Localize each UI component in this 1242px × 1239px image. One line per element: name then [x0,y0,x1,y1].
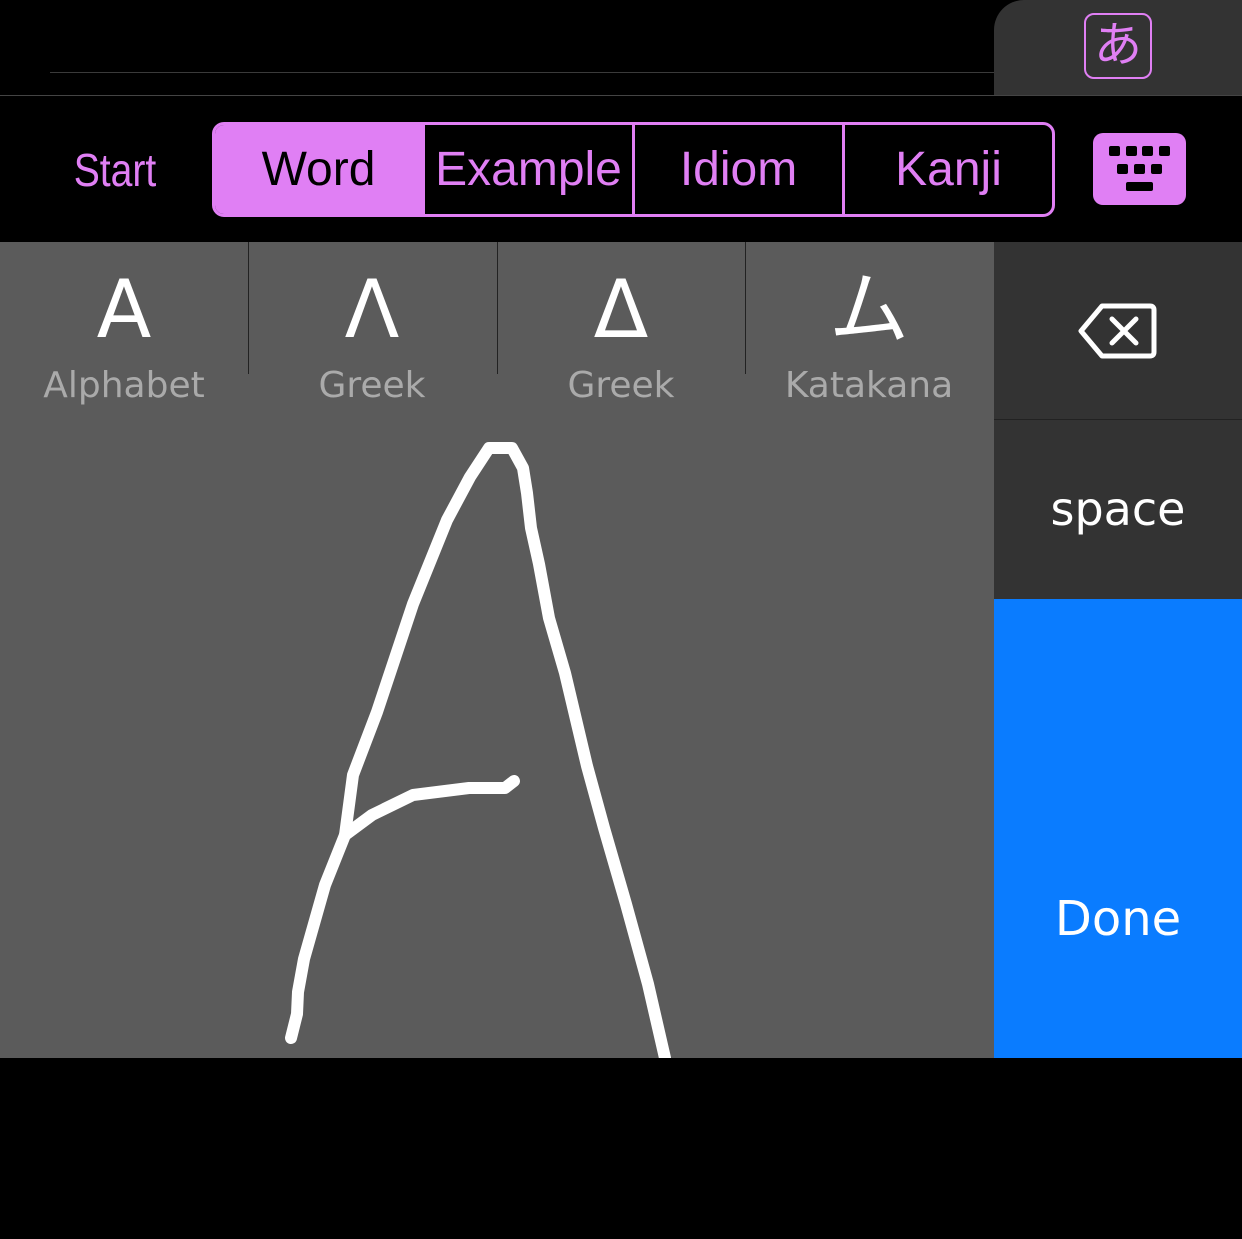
tab-word[interactable]: Word [215,125,422,214]
text-field-underline [50,72,994,73]
tab-kanji[interactable]: Kanji [842,125,1052,214]
done-button[interactable]: Done [994,599,1242,1058]
input-mode-tab[interactable]: あ [994,0,1242,95]
start-button[interactable]: Start [51,130,179,210]
tab-example[interactable]: Example [422,125,632,214]
tab-idiom[interactable]: Idiom [632,125,842,214]
handwriting-canvas[interactable]: A Alphabet Λ Greek Δ Greek ム Katakana [0,242,994,1058]
keyboard-icon[interactable] [1093,133,1186,205]
divider [0,95,1242,96]
hiragana-a-icon[interactable]: あ [1084,13,1152,79]
handwritten-stroke [285,442,671,1058]
mode-segmented-control[interactable]: Word Example Idiom Kanji [212,122,1055,217]
space-key[interactable]: space [994,420,1242,599]
backspace-icon [1078,303,1157,359]
backspace-button[interactable] [994,242,1242,420]
